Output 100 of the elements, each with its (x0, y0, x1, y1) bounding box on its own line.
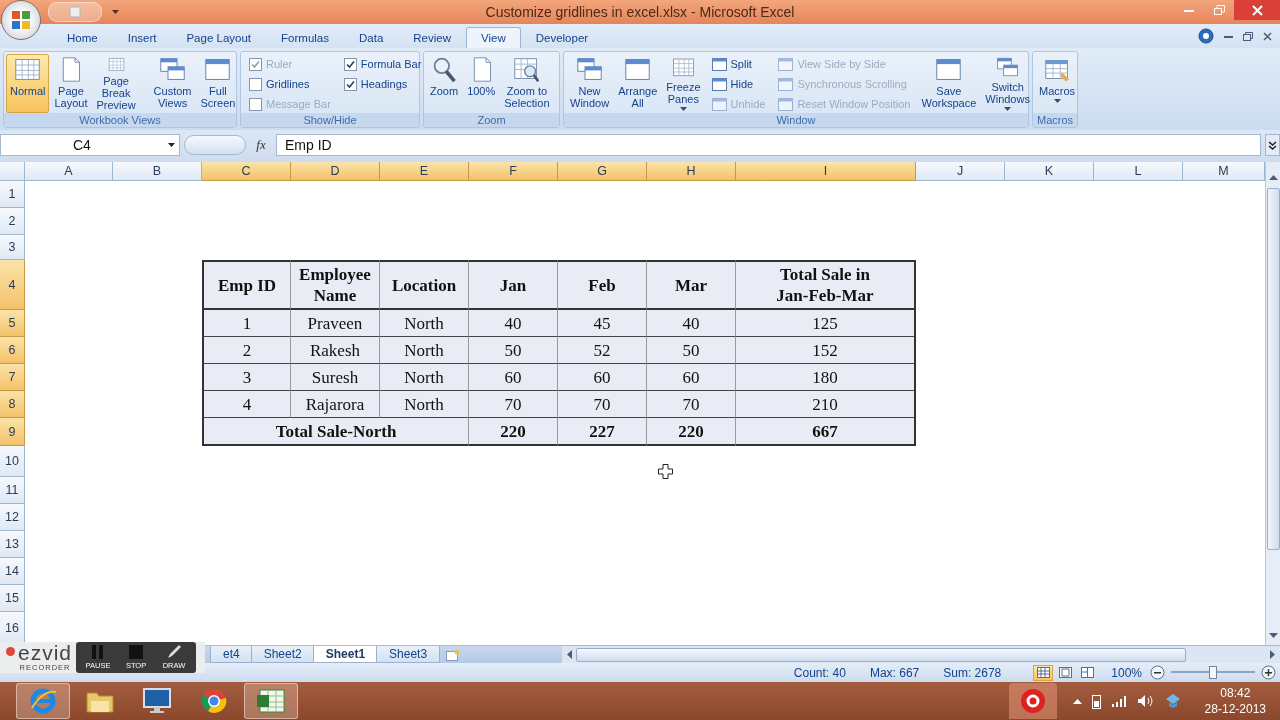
sheet-tab[interactable]: Sheet3 (376, 646, 441, 663)
sheet-tab[interactable]: Sheet1 (312, 646, 379, 663)
column-header[interactable]: A (25, 162, 113, 181)
ribbon-tab[interactable]: Data (344, 27, 399, 48)
restore-icon[interactable] (1243, 31, 1253, 41)
record-indicator (6, 647, 15, 656)
ribbon-button[interactable]: Split (711, 54, 766, 74)
minimize-icon[interactable] (1224, 33, 1233, 39)
row-header[interactable]: 9 (0, 418, 25, 446)
zoom-slider-thumb[interactable] (1209, 666, 1217, 679)
zoom-in-button[interactable] (1261, 665, 1276, 680)
formula-field[interactable]: Emp ID (276, 134, 1261, 156)
checkbox[interactable] (343, 57, 357, 71)
group-label: Macros (1033, 113, 1077, 127)
column-heading: Feb (558, 260, 647, 310)
row-header[interactable]: 5 (0, 310, 25, 337)
help-icon[interactable] (1198, 28, 1214, 44)
ribbon-tab[interactable]: Insert (112, 27, 172, 48)
column-header[interactable]: C (202, 162, 291, 181)
ribbon-tab[interactable]: Formulas (266, 27, 344, 48)
scroll-down-button[interactable] (1268, 633, 1278, 639)
ribbon-button[interactable]: Hide (711, 74, 766, 94)
group-label: Window (564, 113, 1028, 127)
ribbon-tab[interactable]: View (466, 27, 521, 48)
column-header[interactable]: K (1005, 162, 1094, 181)
show-hidden-icons-button[interactable] (1072, 698, 1082, 704)
column-header[interactable]: L (1094, 162, 1183, 181)
ribbon-button[interactable]: Zoom to Selection (500, 54, 554, 113)
checkbox[interactable] (249, 77, 262, 91)
checkbox-option[interactable]: Formula Bar (343, 54, 422, 74)
row-header[interactable]: 1 (0, 181, 25, 208)
scroll-right-button[interactable] (1270, 650, 1276, 659)
signal-icon[interactable] (1110, 694, 1127, 708)
group-label: Show/Hide (241, 113, 419, 127)
ribbon-button[interactable]: Full Screen (196, 54, 240, 113)
row-header[interactable]: 11 (0, 477, 25, 504)
function-button[interactable]: fx (250, 137, 272, 153)
ribbon-button[interactable]: Save Workspace (917, 54, 981, 113)
taskbar-button[interactable] (1008, 683, 1057, 719)
ribbon-button[interactable]: Freeze Panes (662, 54, 705, 113)
checkbox[interactable] (343, 77, 357, 91)
scrollbar-thumb[interactable] (576, 647, 1186, 662)
expand-handle[interactable] (184, 135, 246, 155)
zoom-out-button[interactable] (1150, 665, 1165, 680)
ribbon-tab[interactable]: Developer (520, 27, 604, 48)
battery-icon[interactable] (1091, 693, 1101, 709)
scroll-left-button[interactable] (566, 650, 572, 659)
close-icon[interactable] (1263, 31, 1272, 41)
network-icon[interactable] (1164, 693, 1181, 709)
ribbon-tab[interactable]: Home (52, 27, 113, 48)
ribbon-button[interactable]: Custom Views (149, 54, 196, 113)
row-header[interactable]: 7 (0, 364, 25, 391)
normal-view-button[interactable] (1033, 664, 1054, 681)
close-button[interactable] (1234, 0, 1280, 20)
ribbon-tab[interactable]: Review (398, 27, 466, 48)
row-header[interactable]: 2 (0, 208, 25, 235)
row-header[interactable]: 6 (0, 337, 25, 364)
row-header[interactable]: 4 (0, 260, 25, 310)
checkbox-option[interactable]: Gridlines (249, 74, 331, 94)
row-header[interactable]: 13 (0, 531, 25, 558)
taskbar-button[interactable] (244, 683, 298, 719)
name-box[interactable]: C4 (0, 134, 180, 156)
zoom-level-button[interactable]: 100% (1111, 665, 1142, 680)
ribbon-button[interactable]: Macros (1035, 54, 1080, 113)
row-header[interactable]: 14 (0, 558, 25, 585)
scroll-up-button[interactable] (1268, 174, 1278, 180)
column-header[interactable]: F (469, 162, 558, 181)
row-header[interactable]: 3 (0, 235, 25, 260)
office-button[interactable] (1, 0, 41, 40)
row-header[interactable]: 12 (0, 504, 25, 531)
scrollbar-thumb[interactable] (1266, 188, 1280, 550)
chevron-icon (1268, 140, 1277, 150)
sheet-tab[interactable]: Sheet2 (250, 646, 315, 663)
column-header[interactable]: J (916, 162, 1005, 181)
row-header[interactable]: 8 (0, 391, 25, 418)
column-header[interactable]: G (558, 162, 647, 181)
checkbox-option[interactable]: Headings (343, 74, 422, 94)
row-header[interactable]: 15 (0, 585, 25, 612)
ribbon-button[interactable]: Normal (6, 54, 50, 113)
ribbon-button[interactable]: Arrange All (614, 54, 662, 113)
insert-sheet-icon[interactable] (446, 648, 461, 661)
ribbon-button[interactable]: Page Break Preview (92, 54, 140, 113)
volume-icon[interactable] (1136, 694, 1155, 708)
column-header[interactable]: B (113, 162, 202, 181)
ribbon-button[interactable]: Page Layout (50, 54, 92, 113)
status-summary: Sum: 2678 (943, 665, 1002, 680)
row-header[interactable]: 10 (0, 446, 25, 477)
table-cell: 60 (647, 364, 736, 391)
expand-formula-button[interactable] (1265, 134, 1280, 156)
ribbon-tab[interactable]: Page Layout (171, 27, 267, 48)
ribbon-button[interactable]: Zoom (426, 54, 463, 113)
column-header[interactable]: I (736, 162, 916, 181)
column-header[interactable]: H (647, 162, 736, 181)
column-header[interactable]: D (291, 162, 380, 181)
ribbon-button[interactable]: 100% (463, 54, 500, 113)
sheet-tab[interactable]: et4 (210, 646, 253, 663)
ribbon-button[interactable]: New Window (566, 54, 614, 113)
column-header[interactable]: E (380, 162, 469, 181)
column-header[interactable]: M (1183, 162, 1265, 181)
browser-icon (199, 686, 229, 716)
